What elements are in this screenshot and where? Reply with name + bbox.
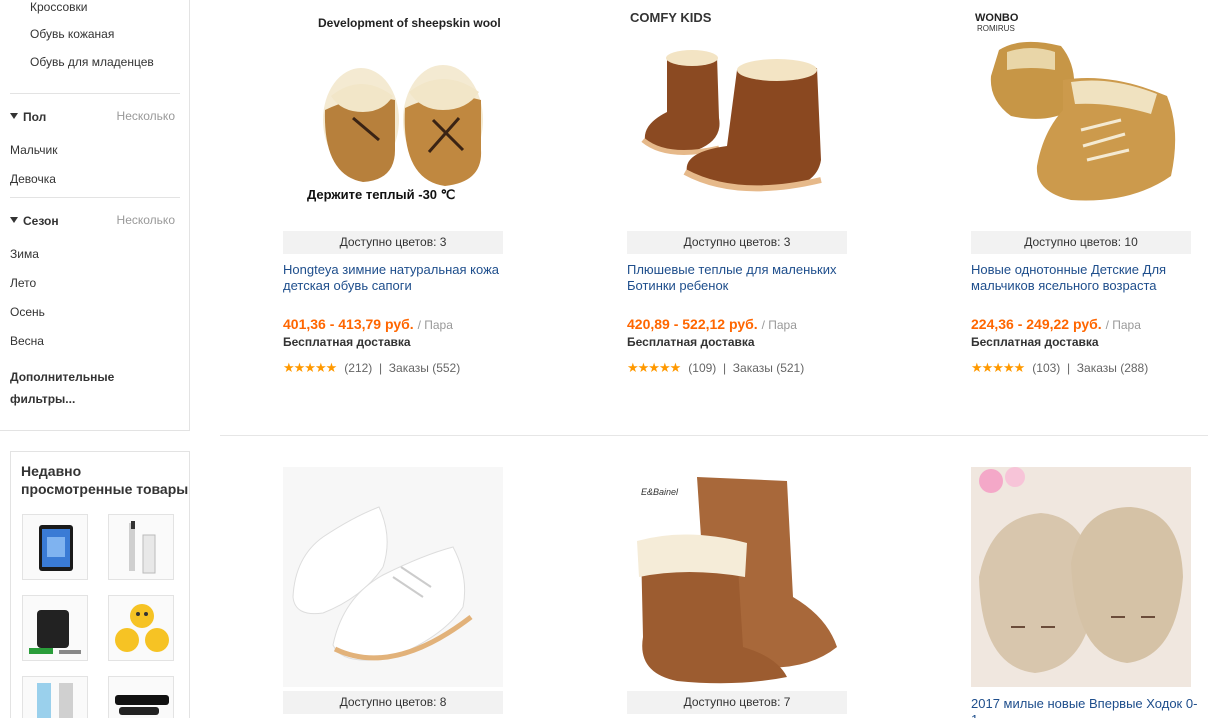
price-unit: / Пара bbox=[1105, 318, 1141, 332]
product-image[interactable] bbox=[971, 467, 1191, 687]
caret-down-icon bbox=[10, 217, 18, 223]
recently-viewed-title: Недавно просмотренные товары bbox=[21, 463, 189, 497]
price-range: 224,36 - 249,22 руб. bbox=[971, 316, 1102, 332]
image-caption-top: Development of sheepskin wool bbox=[318, 16, 501, 30]
reviews-count-link[interactable]: (103) bbox=[1032, 361, 1060, 375]
price-unit: / Пара bbox=[761, 318, 797, 332]
mascara-thumbnail bbox=[129, 521, 156, 574]
separator: | bbox=[378, 361, 383, 375]
available-colors: Доступно цветов: 3 bbox=[627, 231, 847, 254]
product-image[interactable]: WONBO ROMIRUS bbox=[971, 0, 1191, 220]
more-filters-link[interactable]: Дополнительные фильтры... bbox=[10, 366, 140, 410]
free-shipping-label: Бесплатная доставка bbox=[627, 335, 755, 349]
separator: | bbox=[1066, 361, 1071, 375]
reviews-count-link[interactable]: (212) bbox=[344, 361, 372, 375]
divider bbox=[10, 93, 180, 94]
product-image[interactable] bbox=[283, 467, 503, 687]
separator: | bbox=[722, 361, 727, 375]
season-item-autumn[interactable]: Осень bbox=[10, 305, 45, 319]
price-unit: / Пара bbox=[417, 318, 453, 332]
free-shipping-label: Бесплатная доставка bbox=[971, 335, 1099, 349]
brand-caption: WONBO bbox=[975, 12, 1019, 24]
gender-facet-toggle[interactable]: Пол bbox=[10, 110, 46, 124]
caret-down-icon bbox=[10, 113, 18, 119]
recent-item-charger[interactable] bbox=[22, 595, 88, 661]
star-rating-icon: ★★★★★ bbox=[971, 360, 1025, 375]
product-price: 401,36 - 413,79 руб. / Пара bbox=[283, 316, 453, 332]
product-title-link[interactable]: Новые однотонные Детские Для мальчиков я… bbox=[971, 262, 1201, 294]
row-divider bbox=[220, 435, 1208, 436]
rating-row: ★★★★★ (103) | Заказы (288) bbox=[971, 360, 1148, 376]
recent-item-phone-case[interactable] bbox=[22, 676, 88, 718]
category-link-leather-shoes[interactable]: Обувь кожаная bbox=[30, 27, 114, 41]
available-colors: Доступно цветов: 7 bbox=[627, 691, 847, 714]
product-title-link[interactable]: 2017 милые новые Впервые Ходок 0-1 bbox=[971, 696, 1201, 718]
recent-item-tablet[interactable] bbox=[22, 514, 88, 580]
available-colors: Доступно цветов: 8 bbox=[283, 691, 503, 714]
recent-item-mascara[interactable] bbox=[108, 514, 174, 580]
free-shipping-label: Бесплатная доставка bbox=[283, 335, 411, 349]
category-link-sneakers[interactable]: Кроссовки bbox=[30, 0, 87, 14]
emoji-pillow-thumbnail bbox=[115, 604, 169, 652]
product-image[interactable]: COMFY KIDS bbox=[627, 0, 847, 220]
recent-item-emoji-pillows[interactable] bbox=[108, 595, 174, 661]
product-image[interactable]: Development of sheepskin wool Держите те… bbox=[283, 0, 503, 220]
season-facet-toggle[interactable]: Сезон bbox=[10, 214, 59, 228]
phone-case-thumbnail bbox=[37, 683, 73, 718]
filter-sidebar: Кроссовки Обувь кожаная Обувь для младен… bbox=[0, 0, 190, 431]
tall-brown-boots-image bbox=[627, 467, 847, 687]
rating-row: ★★★★★ (212) | Заказы (552) bbox=[283, 360, 460, 376]
star-rating-icon: ★★★★★ bbox=[283, 360, 337, 375]
product-title-link[interactable]: Hongteya зимние натуральная кожа детская… bbox=[283, 262, 513, 294]
price-range: 401,36 - 413,79 руб. bbox=[283, 316, 414, 332]
gender-item-girl[interactable]: Девочка bbox=[10, 172, 56, 186]
brand-caption: E&Bainel bbox=[641, 487, 679, 497]
product-image[interactable]: E&Bainel bbox=[627, 467, 847, 687]
orders-count-link[interactable]: Заказы (288) bbox=[1077, 361, 1148, 375]
product-title-link[interactable]: Плюшевые теплые для маленьких Ботинки ре… bbox=[627, 262, 857, 294]
gender-item-boy[interactable]: Мальчик bbox=[10, 143, 57, 157]
gender-multi-select-link[interactable]: Несколько bbox=[117, 109, 175, 123]
orders-count-link[interactable]: Заказы (521) bbox=[733, 361, 804, 375]
available-colors: Доступно цветов: 10 bbox=[971, 231, 1191, 254]
season-item-spring[interactable]: Весна bbox=[10, 334, 44, 348]
season-multi-select-link[interactable]: Несколько bbox=[117, 213, 175, 227]
knit-cat-slippers-image bbox=[971, 467, 1191, 687]
gender-facet-title: Пол bbox=[23, 110, 47, 124]
category-link-baby-shoes[interactable]: Обувь для младенцев bbox=[30, 55, 154, 69]
recent-item-belt[interactable] bbox=[108, 676, 174, 718]
brand-caption: COMFY KIDS bbox=[630, 10, 712, 25]
brand-subcaption: ROMIRUS bbox=[977, 24, 1015, 33]
plush-brown-boots-image bbox=[627, 0, 847, 220]
orders-count-link[interactable]: Заказы (552) bbox=[389, 361, 460, 375]
charger-thumbnail bbox=[29, 610, 81, 654]
season-item-winter[interactable]: Зима bbox=[10, 247, 39, 261]
available-colors: Доступно цветов: 3 bbox=[283, 231, 503, 254]
season-facet-title: Сезон bbox=[23, 214, 59, 228]
belt-thumbnail bbox=[115, 695, 169, 715]
star-rating-icon: ★★★★★ bbox=[627, 360, 681, 375]
recently-viewed-panel: Недавно просмотренные товары bbox=[10, 451, 190, 718]
white-shoes-image bbox=[283, 467, 503, 687]
image-caption-bottom: Держите теплый -30 ℃ bbox=[307, 187, 456, 202]
rating-row: ★★★★★ (109) | Заказы (521) bbox=[627, 360, 804, 376]
reviews-count-link[interactable]: (109) bbox=[688, 361, 716, 375]
product-price: 224,36 - 249,22 руб. / Пара bbox=[971, 316, 1141, 332]
divider bbox=[10, 197, 180, 198]
price-range: 420,89 - 522,12 руб. bbox=[627, 316, 758, 332]
product-price: 420,89 - 522,12 руб. / Пара bbox=[627, 316, 797, 332]
season-item-summer[interactable]: Лето bbox=[10, 276, 36, 290]
tablet-thumbnail bbox=[39, 525, 73, 571]
tan-moccasins-image bbox=[971, 0, 1191, 220]
